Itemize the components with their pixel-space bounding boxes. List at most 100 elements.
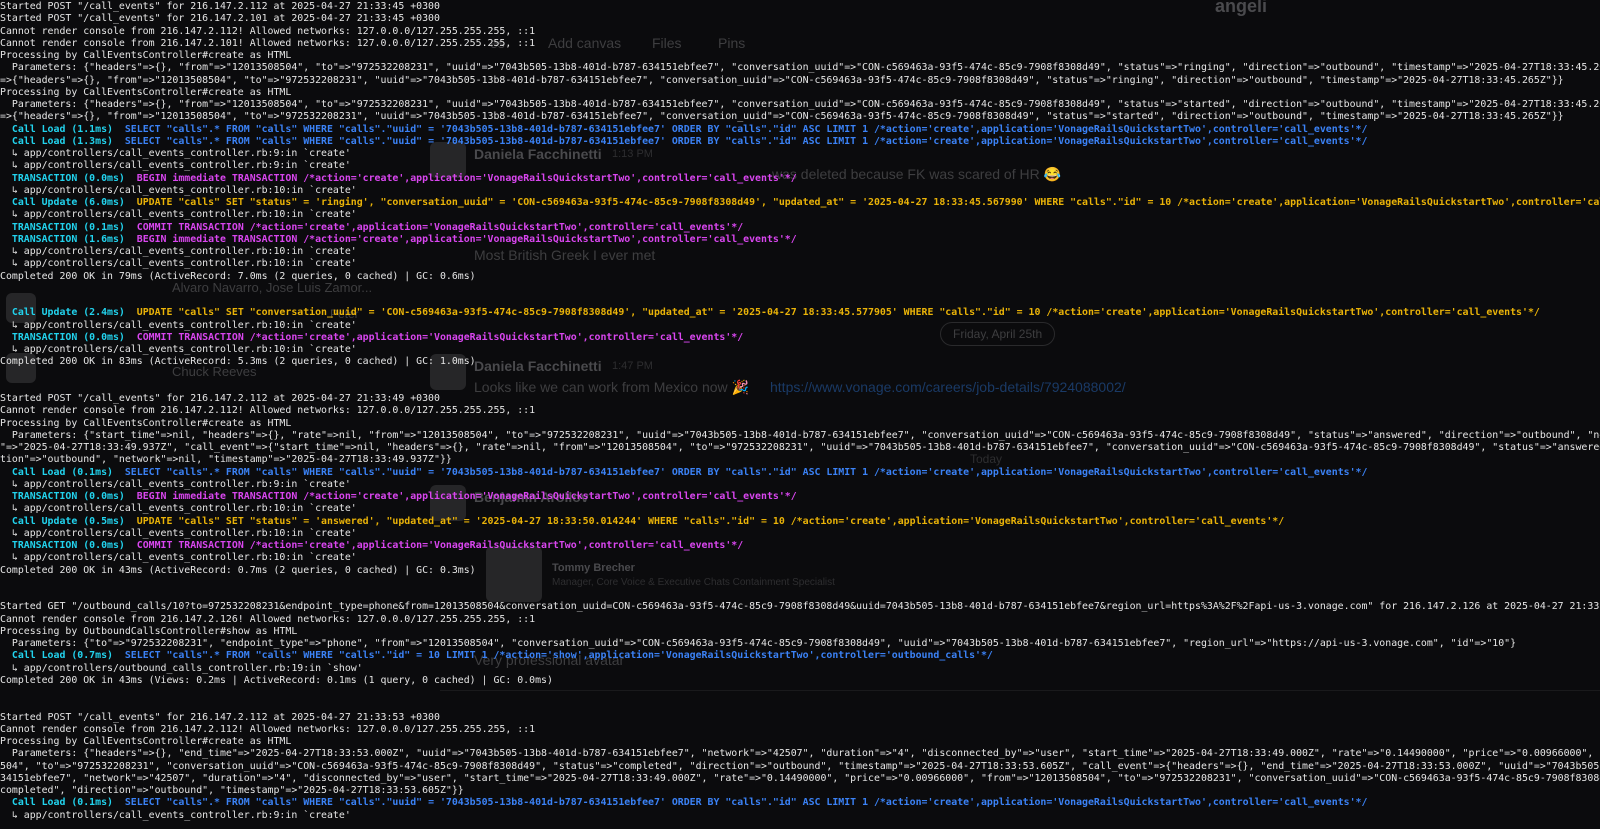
log-line: TRANSACTION (0.0ms) COMMIT TRANSACTION /… (0, 332, 1600, 344)
log-line: 34151ebfee7", "network"=>"42507", "durat… (0, 773, 1600, 785)
log-segment: Parameters: {"headers"=>{}, "from"=>"120… (11, 62, 1600, 74)
log-segment: Call Load (0.1ms) (11, 797, 113, 809)
log-line: =>{"headers"=>{}, "from"=>"12013508504",… (0, 111, 1600, 123)
log-segment (113, 124, 125, 135)
log-line: Parameters: {"headers"=>{}, "end_time"=>… (0, 748, 1600, 760)
log-line: Completed 200 OK in 79ms (ActiveRecord: … (0, 271, 1600, 283)
log-segment: Cannot render console from 216.147.2.112… (0, 723, 536, 735)
log-segment (125, 516, 137, 527)
log-segment (113, 797, 125, 808)
log-segment: TRANSACTION (1.6ms) (11, 233, 125, 245)
log-line: Call Load (0.1ms) SELECT "calls".* FROM … (0, 797, 1600, 809)
log-segment: Call Load (0.1ms) (11, 466, 113, 478)
log-segment (125, 491, 137, 502)
log-line: Started GET "/outbound_calls/10?to=97253… (0, 601, 1600, 613)
log-segment (125, 234, 137, 245)
terminal-log: Started POST "/call_events" for 216.147.… (0, 0, 1600, 829)
log-segment (113, 467, 125, 478)
log-segment: =>{"headers"=>{}, "from"=>"12013508504",… (0, 74, 1564, 86)
log-segment: SELECT "calls".* FROM "calls" WHERE "cal… (124, 135, 1368, 147)
log-segment: 34151ebfee7", "network"=>"42507", "durat… (0, 772, 1600, 784)
log-line: Processing by CallEventsController#creat… (0, 418, 1600, 430)
log-segment: ↳ app/controllers/call_events_controller… (0, 184, 357, 196)
log-line: Cannot render console from 216.147.2.112… (0, 724, 1600, 736)
log-segment: ↳ app/controllers/call_events_controller… (0, 160, 351, 172)
log-segment: ↳ app/controllers/call_events_controller… (0, 258, 357, 270)
log-segment (125, 332, 137, 343)
log-segment: ↳ app/controllers/call_events_controller… (0, 319, 357, 331)
log-segment: COMMIT TRANSACTION /*action='create',app… (136, 221, 744, 233)
log-line: ↳ app/controllers/call_events_controller… (0, 246, 1600, 258)
log-line: TRANSACTION (0.0ms) BEGIN immediate TRAN… (0, 173, 1600, 185)
log-segment: SELECT "calls".* FROM "calls" WHERE "cal… (124, 797, 1368, 809)
log-segment: Started POST "/call_events" for 216.147.… (0, 711, 440, 723)
log-segment: Parameters: {"to"=>"972532208231", "endp… (0, 638, 1517, 649)
log-line: tion"=>"outbound", "network"=>nil, "time… (0, 454, 1600, 466)
log-segment: Started GET "/outbound_calls/10?to=97253… (0, 601, 1600, 613)
log-segment: Parameters: {"headers"=>{}, "from"=>"120… (11, 99, 1600, 110)
log-segment: ↳ app/controllers/call_events_controller… (0, 527, 357, 539)
log-line: TRANSACTION (0.1ms) COMMIT TRANSACTION /… (0, 222, 1600, 234)
log-segment: 504", "to"=>"972532208231", "conversatio… (0, 760, 1600, 772)
log-line: ↳ app/controllers/call_events_controller… (0, 258, 1600, 270)
log-segment: Processing by CallEventsController#creat… (0, 50, 292, 61)
log-segment (0, 540, 12, 551)
log-line: Call Update (6.0ms) UPDATE "calls" SET "… (0, 197, 1600, 209)
log-segment: TRANSACTION (0.0ms) (11, 491, 125, 502)
log-segment: ↳ app/controllers/call_events_controller… (0, 552, 357, 564)
log-segment: COMMIT TRANSACTION /*action='create',app… (136, 331, 744, 343)
log-segment (0, 307, 12, 318)
log-segment: Completed 200 OK in 83ms (ActiveRecord: … (0, 356, 476, 368)
log-line: TRANSACTION (0.0ms) BEGIN immediate TRAN… (0, 491, 1600, 503)
log-segment: SELECT "calls".* FROM "calls" WHERE "cal… (124, 466, 1368, 478)
log-line: 504", "to"=>"972532208231", "conversatio… (0, 761, 1600, 773)
log-segment: "=>"2025-04-27T18:33:49.937Z", "call_eve… (0, 442, 1600, 453)
log-line: TRANSACTION (0.0ms) COMMIT TRANSACTION /… (0, 540, 1600, 552)
log-segment: Call Update (2.4ms) (11, 307, 125, 319)
log-segment (113, 136, 125, 147)
log-line: Cannot render console from 216.147.2.112… (0, 405, 1600, 417)
log-line: TRANSACTION (1.6ms) BEGIN immediate TRAN… (0, 234, 1600, 246)
log-segment (0, 234, 12, 245)
log-line: ↳ app/controllers/call_events_controller… (0, 503, 1600, 515)
log-segment (0, 797, 12, 808)
log-segment: Processing by OutboundCallsController#sh… (0, 625, 298, 637)
log-segment: ↳ app/controllers/call_events_controller… (0, 246, 357, 257)
log-segment: ↳ app/controllers/call_events_controller… (0, 148, 351, 159)
log-line: Parameters: {"to"=>"972532208231", "endp… (0, 638, 1600, 650)
log-line: "=>"2025-04-27T18:33:49.937Z", "call_eve… (0, 442, 1600, 454)
log-segment: Call Update (0.5ms) (11, 515, 125, 527)
log-segment: Cannot render console from 216.147.2.112… (0, 405, 536, 417)
log-line: ↳ app/controllers/call_events_controller… (0, 209, 1600, 221)
log-segment (0, 222, 12, 233)
log-line: Cannot render console from 216.147.2.112… (0, 26, 1600, 38)
log-segment: Completed 200 OK in 43ms (Views: 0.2ms |… (0, 674, 553, 686)
log-line: Processing by CallEventsController#creat… (0, 736, 1600, 748)
log-segment: Cannot render console from 216.147.2.112… (0, 25, 536, 37)
log-segment (125, 173, 137, 184)
log-line: Parameters: {"headers"=>{}, "from"=>"120… (0, 99, 1600, 111)
log-segment: Cannot render console from 216.147.2.101… (0, 37, 536, 49)
log-line: Call Load (1.3ms) SELECT "calls".* FROM … (0, 136, 1600, 148)
log-line: ↳ app/controllers/call_events_controller… (0, 160, 1600, 172)
log-segment: Processing by CallEventsController#creat… (0, 736, 292, 747)
log-segment: UPDATE "calls" SET "conversation_uuid" =… (136, 307, 1540, 319)
log-line: completed", "direction"=>"outbound", "ti… (0, 785, 1600, 797)
log-segment: BEGIN immediate TRANSACTION /*action='cr… (136, 172, 797, 184)
log-line: =>{"headers"=>{}, "from"=>"12013508504",… (0, 75, 1600, 87)
log-segment: Completed 200 OK in 43ms (ActiveRecord: … (0, 564, 476, 576)
log-segment (0, 332, 12, 343)
log-line: Call Load (0.1ms) SELECT "calls".* FROM … (0, 467, 1600, 479)
log-segment (0, 491, 12, 502)
log-segment (0, 136, 12, 147)
log-line: Call Load (1.1ms) SELECT "calls".* FROM … (0, 124, 1600, 136)
log-segment: TRANSACTION (0.0ms) (11, 540, 125, 551)
log-line: ↳ app/controllers/call_events_controller… (0, 148, 1600, 160)
log-segment: UPDATE "calls" SET "status" = 'ringing',… (136, 197, 1600, 208)
log-segment: ↳ app/controllers/call_events_controller… (0, 478, 351, 490)
